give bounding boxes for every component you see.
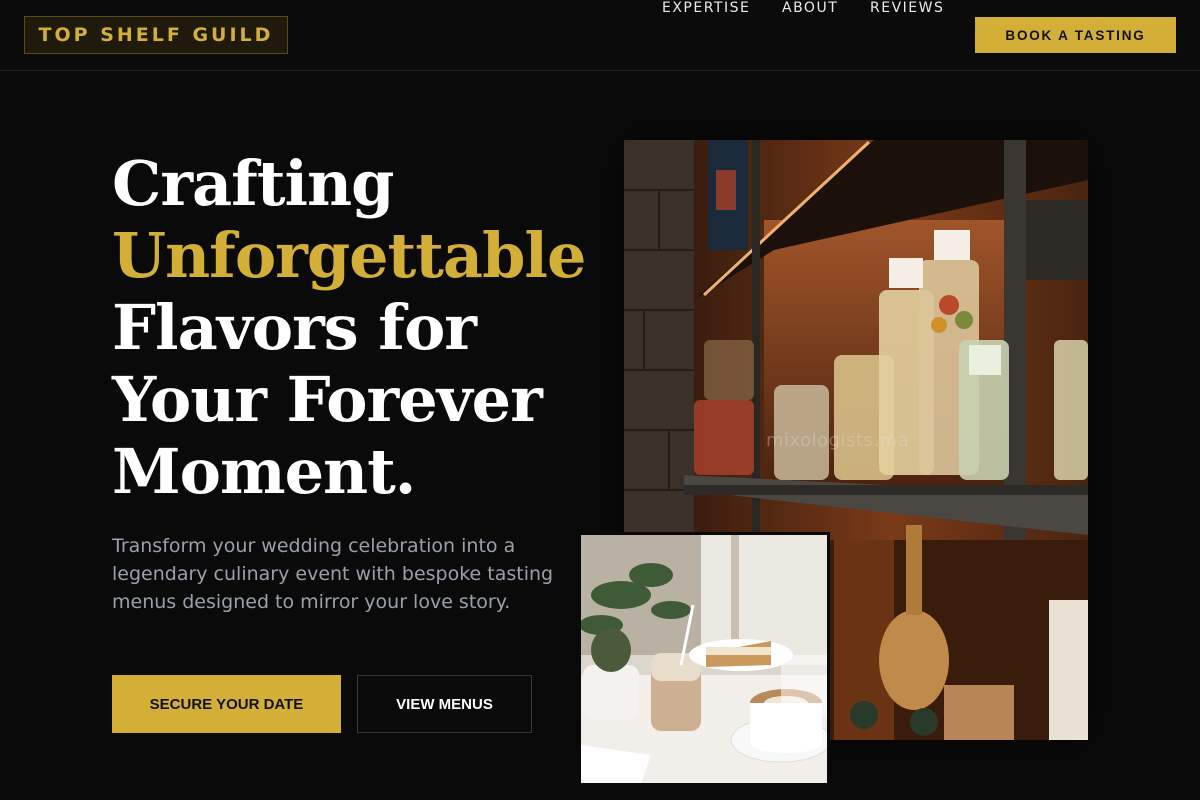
secure-date-button[interactable]: SECURE YOUR DATE [112, 675, 341, 733]
nav-link-reviews[interactable]: REVIEWS [870, 0, 944, 16]
hero-headline: Crafting Unforgettable Flavors for Your … [112, 147, 586, 508]
view-menus-button[interactable]: VIEW MENUS [357, 675, 532, 733]
cafe-image-art [581, 535, 827, 783]
nav-link-expertise[interactable]: EXPERTISE [662, 0, 750, 16]
book-tasting-button[interactable]: BOOK A TASTING [975, 17, 1176, 53]
headline-accent: Unforgettable [112, 219, 586, 292]
logo[interactable]: TOP SHELF GUILD [24, 16, 288, 54]
nav-link-about[interactable]: ABOUT [782, 0, 838, 16]
headline-line-3: Flavors for [112, 291, 477, 364]
hero-subtext: Transform your wedding celebration into … [112, 535, 554, 613]
headline-line-5: Moment. [112, 435, 416, 508]
cafe-image [578, 532, 830, 786]
site-header: TOP SHELF GUILD EXPERTISE ABOUT REVIEWS … [0, 0, 1200, 71]
headline-line-4: Your Forever [112, 363, 543, 436]
headline-line-1: Crafting [112, 147, 394, 220]
image-watermark: mixologists.ma [766, 430, 910, 451]
